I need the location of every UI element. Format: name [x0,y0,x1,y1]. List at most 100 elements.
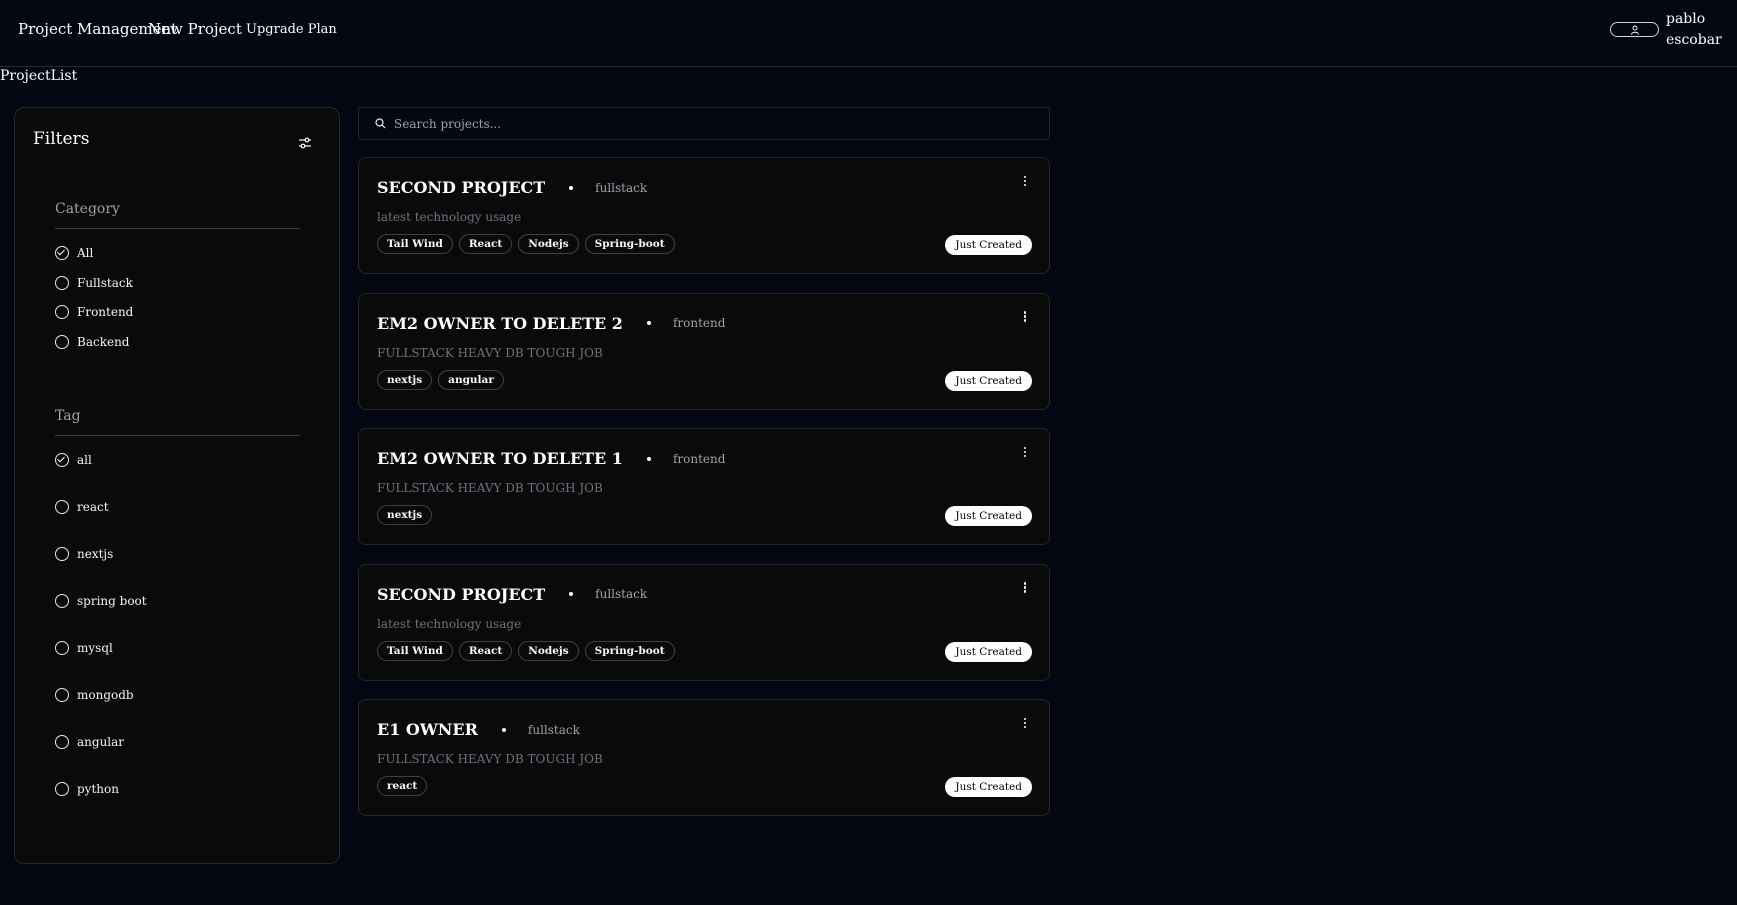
tag-option-python[interactable]: python [55,782,119,796]
category-option-frontend[interactable]: Frontend [55,305,133,319]
category-option-fullstack[interactable]: Fullstack [55,276,133,290]
project-title-row: SECOND PROJECT fullstack [377,178,647,197]
status-badge: Just Created [945,777,1032,797]
tag-chip: React [458,234,513,254]
project-description: FULLSTACK HEAVY DB TOUGH JOB [377,345,603,360]
project-card[interactable]: EM2 OWNER TO DELETE 1 frontend FULLSTACK H… [358,428,1050,545]
tag-option-label: angular [77,735,125,749]
project-category: fullstack [595,587,648,601]
project-category: frontend [672,316,726,330]
more-options-icon[interactable] [1021,310,1029,326]
new-project-link[interactable]: New Project [148,20,242,38]
project-title: EM2 OWNER TO DELETE 1 [377,449,623,468]
tag-option-nextjs[interactable]: nextjs [55,547,113,561]
radio-icon [55,453,69,467]
tag-option-label: nextjs [77,547,114,561]
tag-title: Tag [55,408,81,424]
more-options-icon[interactable] [1021,581,1029,597]
tag-option-mysql[interactable]: mysql [55,641,113,655]
category-option-label: Frontend [77,305,134,319]
project-description: FULLSTACK HEAVY DB TOUGH JOB [377,481,603,495]
project-card[interactable]: SECOND PROJECT fullstack latest technology… [358,563,1050,681]
search-input[interactable] [394,116,1034,131]
status-badge: Just Created [945,506,1032,526]
tag-option-react[interactable]: react [55,500,109,514]
breadcrumb: ProjectList [0,68,78,84]
radio-icon [55,246,69,260]
category-option-label: All [77,246,94,260]
filters-title: Filters [33,129,90,149]
tag-chip: Nodejs [518,640,579,661]
project-title-row: SECOND PROJECT fullstack [377,585,647,604]
separator-dot [646,321,651,325]
project-description: latest technology usage [377,616,522,631]
upgrade-plan-link[interactable]: Upgrade Plan [246,22,337,37]
tag-option-angular[interactable]: angular [55,735,124,749]
tag-chip: angular [438,369,504,390]
radio-icon [55,782,69,796]
filters-panel: Filters Category All Fullstack Frontend Bac… [14,107,340,864]
project-card[interactable]: E1 OWNER fullstack FULLSTACK HEAVY DB TOUG… [358,699,1050,816]
navbar: Project Management New Project Upgrade P… [0,0,1737,67]
radio-icon [55,335,69,349]
project-tags: nextjs angular [377,369,504,390]
tag-divider [55,435,300,436]
project-card[interactable]: EM2 OWNER TO DELETE 2 frontend FULLSTACK H… [358,292,1050,410]
category-option-backend[interactable]: Backend [55,335,129,349]
category-option-all[interactable]: All [55,246,93,260]
tag-option-label: mysql [77,641,113,655]
separator-dot [569,185,574,190]
tag-chip: nextjs [377,505,433,525]
tag-chip: react [377,776,428,796]
tag-option-label: spring boot [77,594,147,608]
radio-icon [55,276,69,290]
more-options-icon[interactable] [1021,174,1029,190]
radio-icon [55,641,69,655]
radio-icon [55,735,69,749]
tag-option-label: react [77,500,109,514]
project-tags: nextjs [377,505,433,525]
project-title-row: EM2 OWNER TO DELETE 2 frontend [377,314,725,333]
tag-chip: Tail Wind [377,234,453,254]
project-description: latest technology usage [377,210,522,224]
more-options-icon[interactable] [1021,445,1029,461]
category-divider [55,228,300,229]
status-badge: Just Created [945,641,1032,662]
project-category: fullstack [527,722,580,737]
radio-icon [55,305,69,319]
status-badge: Just Created [945,370,1032,391]
search-icon [375,118,386,129]
project-description: FULLSTACK HEAVY DB TOUGH JOB [377,752,603,766]
project-tags: Tail Wind React Nodejs Spring-boot [377,640,675,661]
more-options-icon[interactable] [1021,716,1029,732]
tag-option-all[interactable]: all [55,453,92,467]
tag-chip: Nodejs [518,234,579,254]
tag-chip: Spring-boot [584,234,675,254]
avatar-button[interactable] [1610,22,1659,37]
separator-dot [501,727,506,732]
project-tags: Tail Wind React Nodejs Spring-boot [377,234,675,254]
project-title: EM2 OWNER TO DELETE 2 [377,313,623,333]
category-title: Category [55,201,120,217]
project-tags: react [377,776,428,796]
separator-dot [646,456,651,461]
tag-option-mongodb[interactable]: mongodb [55,688,134,702]
category-option-label: Backend [77,335,130,349]
tag-option-label: python [77,782,119,796]
tag-option-spring-boot[interactable]: spring boot [55,594,147,608]
tag-chip: React [458,640,513,661]
radio-icon [55,547,69,561]
status-badge: Just Created [945,235,1032,255]
project-category: fullstack [595,180,648,195]
tag-option-label: mongodb [77,688,134,702]
project-title: SECOND PROJECT [377,584,546,604]
radio-icon [55,500,69,514]
project-card[interactable]: SECOND PROJECT fullstack latest technology… [358,157,1050,274]
project-title-row: E1 OWNER fullstack [377,720,580,739]
radio-icon [55,688,69,702]
category-option-label: Fullstack [77,276,133,290]
tag-chip: Spring-boot [584,640,675,661]
sliders-icon[interactable] [297,135,313,151]
radio-icon [55,594,69,608]
search-bar [358,107,1050,140]
